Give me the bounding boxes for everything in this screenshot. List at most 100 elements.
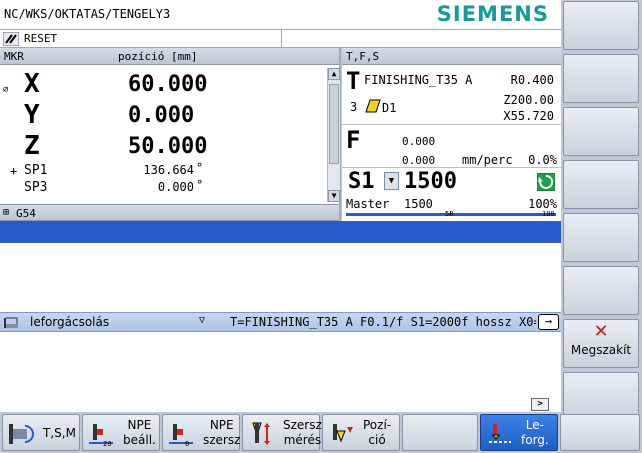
title-bar: NC/WKS/OKTATAS/TENGELY3 SIEMENS bbox=[0, 0, 561, 30]
npe-label: NPE bbox=[127, 418, 152, 432]
tool-measure-button[interactable]: Szersz mérés bbox=[242, 414, 322, 451]
next-page-icon[interactable]: > bbox=[531, 398, 549, 411]
cancel-button[interactable]: ✕ Megszakít bbox=[563, 319, 639, 368]
facing-icon bbox=[489, 424, 511, 443]
tfs-title: T,F,S bbox=[346, 50, 380, 63]
axis-name: Z bbox=[24, 131, 40, 161]
turning-cycle-icon bbox=[4, 317, 18, 328]
feed-letter: F bbox=[346, 126, 361, 154]
channel-status-bar: RESET bbox=[0, 30, 561, 48]
program-area bbox=[0, 243, 561, 312]
axis-value: 0.000 bbox=[128, 103, 195, 128]
feed-unit: mm/perc bbox=[462, 153, 513, 167]
position-icon bbox=[333, 424, 353, 443]
softkey-v3[interactable] bbox=[563, 107, 639, 156]
feed-override: 0.0% bbox=[528, 153, 557, 167]
softkey-v5[interactable] bbox=[563, 213, 639, 262]
arrow-right-icon[interactable]: → bbox=[538, 314, 559, 330]
position-panel: MKR pozíció [mm] ⌀ X 60.000 Y 0.000 Z 50… bbox=[0, 48, 341, 221]
spindle-unit: ° bbox=[196, 178, 204, 192]
feed-value-set: 0.000 bbox=[402, 135, 436, 148]
tfs-header: T,F,S bbox=[342, 48, 561, 65]
axis-value: 50.000 bbox=[128, 134, 208, 159]
spindle-name: SP3 bbox=[24, 180, 48, 195]
close-icon: ✕ bbox=[593, 321, 609, 342]
set-label: beáll. bbox=[123, 433, 156, 447]
tool-insert-icon bbox=[365, 99, 381, 113]
facing-button[interactable]: Le-forg. bbox=[480, 414, 558, 451]
tool-z-offset: Z200.00 bbox=[503, 93, 554, 107]
spindle-value: 136.664 bbox=[143, 163, 194, 177]
position-unit-label: pozíció [mm] bbox=[118, 50, 198, 63]
softkey-h6[interactable] bbox=[402, 414, 478, 451]
reset-icon bbox=[3, 32, 19, 46]
tool-radius: R0.400 bbox=[510, 73, 554, 87]
spindle-rotation-icon bbox=[537, 173, 555, 191]
tool-name: FINISHING_T35 A bbox=[364, 73, 473, 87]
spindle-unit: ° bbox=[196, 161, 204, 175]
coordinate-system-label: MKR bbox=[4, 50, 24, 63]
softkey-v6[interactable] bbox=[563, 266, 639, 315]
softkey-v2[interactable] bbox=[563, 54, 639, 103]
tsm-button[interactable]: T,S,M bbox=[2, 414, 80, 451]
tool-letter: T bbox=[346, 67, 361, 95]
cancel-label: Megszakít bbox=[570, 343, 632, 357]
active-frame: G54 bbox=[16, 207, 36, 220]
spindle-name: SP1 bbox=[24, 163, 48, 178]
position-button[interactable]: Pozí-ció bbox=[322, 414, 400, 451]
zero-offset-tool-button[interactable]: 0 NPE szersz bbox=[162, 414, 240, 451]
svg-text:0: 0 bbox=[185, 440, 189, 447]
tsm-label: T,S,M bbox=[43, 426, 76, 440]
program-name: leforgácsolás bbox=[30, 315, 110, 329]
alarm-bar bbox=[0, 221, 561, 243]
spindle-selector[interactable]: S1 bbox=[348, 169, 375, 194]
axis-value: 60.000 bbox=[128, 72, 208, 97]
zero-offset-set-button[interactable]: 20 NPE beáll. bbox=[82, 414, 160, 451]
frame-icon: ⊞ bbox=[3, 207, 10, 218]
expand-icon[interactable]: ▽ bbox=[199, 315, 205, 326]
spindle-dropdown-icon[interactable]: ▼ bbox=[384, 172, 399, 190]
program-line[interactable]: leforgácsolás ▽ T=FINISHING_T35 A F0.1/f… bbox=[0, 312, 561, 332]
facing-label-1: Le- bbox=[525, 418, 544, 432]
tool-x-offset: X55.720 bbox=[503, 109, 554, 123]
master-speed: 1500 bbox=[404, 197, 433, 211]
frame-bar: ⊞ G54 bbox=[0, 204, 339, 221]
softkey-v1[interactable] bbox=[563, 1, 639, 50]
scroll-down-icon[interactable]: ▼ bbox=[328, 190, 340, 202]
axis-name: X bbox=[24, 69, 40, 99]
tool-measure-icon bbox=[252, 422, 270, 445]
scale-max: 100 bbox=[542, 210, 555, 218]
master-override: 100% bbox=[528, 197, 557, 211]
tsm-icon bbox=[9, 424, 34, 444]
spindle-speed: 1500 bbox=[404, 169, 457, 194]
softkey-v4[interactable] bbox=[563, 160, 639, 209]
tool-label: Szersz bbox=[283, 418, 322, 432]
feed-value-actual: 0.000 bbox=[402, 154, 436, 167]
zero-offset-tool-icon: 0 bbox=[169, 424, 193, 447]
position-label-1: Pozí- bbox=[363, 418, 392, 432]
scroll-up-icon[interactable]: ▲ bbox=[328, 68, 340, 80]
spindle-value: 0.000 bbox=[157, 180, 194, 194]
scale-mid: 50 bbox=[445, 210, 454, 218]
facing-label-2: forg. bbox=[521, 433, 549, 447]
zero-offset-icon: 20 bbox=[89, 424, 113, 447]
spindle-prefix: + bbox=[10, 164, 18, 178]
info-area: > bbox=[0, 332, 561, 412]
d-number: D1 bbox=[382, 101, 397, 115]
position-scrollbar[interactable]: ▲ ▼ bbox=[327, 68, 340, 202]
program-path: NC/WKS/OKTATAS/TENGELY3 bbox=[4, 7, 171, 21]
softkey-h8[interactable] bbox=[560, 414, 640, 451]
channel-status: RESET bbox=[24, 32, 58, 45]
axis-name: Y bbox=[24, 100, 40, 130]
svg-text:20: 20 bbox=[103, 440, 111, 447]
npe-label: NPE bbox=[209, 418, 234, 432]
position-header: MKR pozíció [mm] bbox=[0, 48, 339, 65]
tfs-panel: T,F,S T FINISHING_T35 A R0.400 3 D1 Z200… bbox=[342, 48, 561, 221]
tool-number: 3 bbox=[350, 100, 358, 114]
diameter-icon: ⌀ bbox=[3, 85, 9, 95]
program-block: T=FINISHING_T35 A F0.1/f S1=2000f hossz … bbox=[230, 315, 536, 329]
master-label: Master bbox=[346, 197, 390, 211]
tool-label: szersz bbox=[203, 433, 241, 447]
scroll-thumb[interactable] bbox=[329, 84, 339, 164]
position-label-2: ció bbox=[368, 433, 386, 447]
